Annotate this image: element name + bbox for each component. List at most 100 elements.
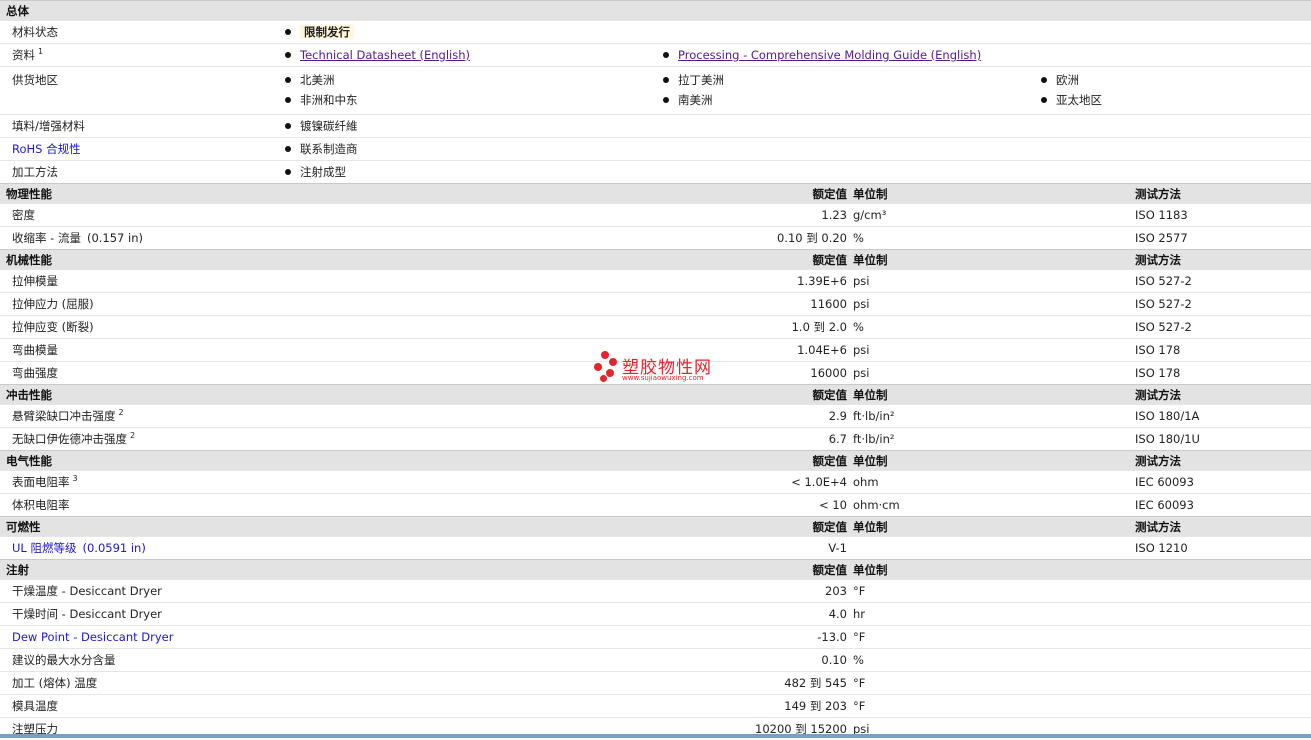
datasheet-link[interactable]: Technical Datasheet (English) bbox=[300, 48, 470, 62]
logo-dot bbox=[600, 375, 607, 382]
property-value: 1.0 到 2.0 bbox=[663, 316, 853, 339]
property-label: 密度 bbox=[12, 208, 35, 222]
test-method bbox=[1041, 672, 1311, 695]
header-method bbox=[1041, 560, 1311, 580]
property-row: 表面电阻率3< 1.0E+4ohmIEC 60093 bbox=[0, 471, 1311, 494]
logo-dot bbox=[594, 363, 602, 371]
property-unit: psi bbox=[853, 293, 1041, 316]
property-label: 收缩率 - 流量 bbox=[12, 231, 81, 245]
property-unit: °F bbox=[853, 626, 1041, 649]
header-method: 测试方法 bbox=[1041, 451, 1311, 471]
footnote-ref[interactable]: 3 bbox=[73, 474, 78, 483]
section-flammability: 可燃性额定值单位制测试方法 bbox=[0, 517, 1311, 537]
test-method: ISO 1183 bbox=[1041, 204, 1311, 227]
property-label: 模具温度 bbox=[12, 699, 58, 713]
property-unit: % bbox=[853, 227, 1041, 250]
test-method: ISO 2577 bbox=[1041, 227, 1311, 250]
bottom-scroll-edge bbox=[0, 734, 1311, 738]
region-item: 欧洲 bbox=[1056, 73, 1079, 87]
header-method: 测试方法 bbox=[1041, 385, 1311, 405]
test-method: ISO 527-2 bbox=[1041, 316, 1311, 339]
property-label: 拉伸应力 (屈服) bbox=[12, 297, 94, 311]
logo-dot bbox=[601, 351, 609, 359]
property-condition: (0.0591 in) bbox=[82, 541, 145, 555]
property-value: 149 到 203 bbox=[663, 695, 853, 718]
property-name: 资料1 bbox=[0, 44, 285, 67]
test-method: ISO 178 bbox=[1041, 362, 1311, 385]
property-value: 482 到 545 bbox=[663, 672, 853, 695]
property-unit: hr bbox=[853, 603, 1041, 626]
header-unit: 单位制 bbox=[853, 451, 1041, 471]
property-name: 模具温度 bbox=[0, 695, 663, 718]
property-name[interactable]: Dew Point - Desiccant Dryer bbox=[0, 626, 663, 649]
property-row: 拉伸应变 (断裂)1.0 到 2.0%ISO 527-2 bbox=[0, 316, 1311, 339]
property-name: 悬臂梁缺口冲击强度2 bbox=[0, 405, 663, 428]
logo-dot bbox=[606, 369, 614, 377]
watermark-url: www.sujiaowuxing.com bbox=[622, 374, 704, 382]
property-unit: psi bbox=[853, 270, 1041, 293]
property-name[interactable]: UL 阻燃等级(0.0591 in) bbox=[0, 537, 663, 560]
property-unit: ohm·cm bbox=[853, 494, 1041, 517]
test-method: ISO 1210 bbox=[1041, 537, 1311, 560]
property-unit: psi bbox=[853, 339, 1041, 362]
test-method: ISO 178 bbox=[1041, 339, 1311, 362]
property-value: 镀镍碳纤維 bbox=[300, 119, 358, 133]
property-value: < 1.0E+4 bbox=[663, 471, 853, 494]
property-value: 注射成型 bbox=[300, 165, 346, 179]
bullet-icon bbox=[285, 97, 291, 103]
property-label: 拉伸应变 (断裂) bbox=[12, 320, 94, 334]
property-row: 建议的最大水分含量0.10% bbox=[0, 649, 1311, 672]
property-row: 干燥时间 - Desiccant Dryer4.0hr bbox=[0, 603, 1311, 626]
region-column: 北美洲 非洲和中东 bbox=[285, 67, 663, 115]
bullet-icon bbox=[285, 169, 291, 175]
region-item: 亚太地区 bbox=[1056, 93, 1102, 107]
region-item: 拉丁美洲 bbox=[678, 73, 724, 87]
section-title: 电气性能 bbox=[0, 451, 663, 471]
property-row: 供货地区 北美洲 非洲和中东 拉丁美洲 南美洲 欧洲 亚太地区 bbox=[0, 67, 1311, 115]
test-method bbox=[1041, 649, 1311, 672]
property-value: 1.39E+6 bbox=[663, 270, 853, 293]
property-name: 材料状态 bbox=[0, 21, 285, 44]
property-unit bbox=[853, 537, 1041, 560]
footnote-ref[interactable]: 2 bbox=[119, 408, 124, 417]
property-row: 资料1 Technical Datasheet (English) Proces… bbox=[0, 44, 1311, 67]
property-label: Dew Point - Desiccant Dryer bbox=[12, 630, 173, 644]
property-name: 密度 bbox=[0, 204, 663, 227]
property-unit: °F bbox=[853, 695, 1041, 718]
property-value: 4.0 bbox=[663, 603, 853, 626]
header-unit: 单位制 bbox=[853, 517, 1041, 537]
header-unit: 单位制 bbox=[853, 385, 1041, 405]
region-item: 北美洲 bbox=[300, 73, 335, 87]
property-unit: °F bbox=[853, 672, 1041, 695]
rohs-link[interactable]: RoHS 合规性 bbox=[0, 138, 285, 161]
property-value: 11600 bbox=[663, 293, 853, 316]
footnote-ref[interactable]: 1 bbox=[38, 47, 43, 56]
property-name: 弯曲强度 bbox=[0, 362, 663, 385]
property-name: 体积电阻率 bbox=[0, 494, 663, 517]
test-method: ISO 527-2 bbox=[1041, 293, 1311, 316]
section-title: 机械性能 bbox=[0, 250, 663, 270]
header-unit: 单位制 bbox=[853, 250, 1041, 270]
footnote-ref[interactable]: 2 bbox=[130, 431, 135, 440]
test-method bbox=[1041, 580, 1311, 603]
property-value: 1.23 bbox=[663, 204, 853, 227]
section-injection: 注射额定值单位制 bbox=[0, 560, 1311, 580]
property-row: 模具温度 149 到 203°F bbox=[0, 695, 1311, 718]
property-name: 建议的最大水分含量 bbox=[0, 649, 663, 672]
section-title: 注射 bbox=[0, 560, 663, 580]
property-value: -13.0 bbox=[663, 626, 853, 649]
header-value: 额定值 bbox=[663, 385, 853, 405]
molding-guide-link[interactable]: Processing - Comprehensive Molding Guide… bbox=[678, 48, 981, 62]
property-value: 6.7 bbox=[663, 428, 853, 451]
bullet-icon bbox=[285, 123, 291, 129]
property-name: 拉伸模量 bbox=[0, 270, 663, 293]
bullet-icon bbox=[285, 77, 291, 83]
property-row: 填料/增强材料 镀镍碳纤維 bbox=[0, 115, 1311, 138]
section-title: 可燃性 bbox=[0, 517, 663, 537]
logo-dot bbox=[609, 358, 617, 366]
header-method: 测试方法 bbox=[1041, 517, 1311, 537]
bullet-icon bbox=[1041, 77, 1047, 83]
test-method: ISO 527-2 bbox=[1041, 270, 1311, 293]
property-unit: % bbox=[853, 649, 1041, 672]
region-item: 南美洲 bbox=[678, 93, 713, 107]
